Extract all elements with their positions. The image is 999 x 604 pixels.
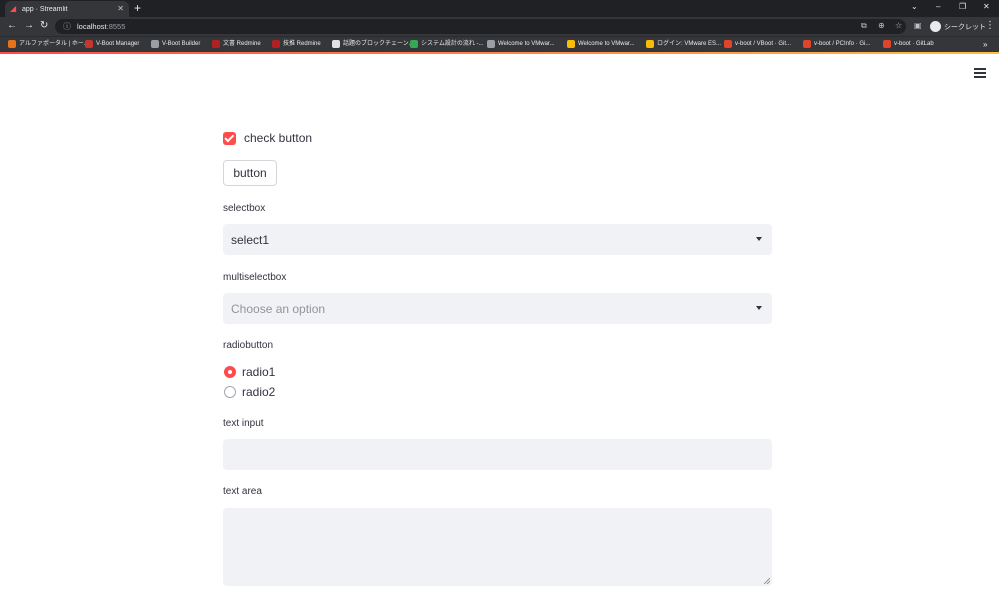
bookmark-item[interactable]: v-boot / VBoot · Git...: [724, 40, 791, 48]
resize-handle-icon[interactable]: [764, 578, 770, 584]
bookmark-label: 文書 Redmine: [223, 41, 261, 47]
radio-label: radiobutton: [223, 340, 274, 351]
bookmark-label: 技推 Redmine: [283, 41, 321, 47]
bookmark-favicon-icon: [85, 40, 93, 48]
reload-icon[interactable]: ↻: [40, 21, 48, 31]
selectbox[interactable]: select1: [223, 224, 772, 255]
radio-option-radio2[interactable]: radio2: [224, 385, 275, 399]
back-icon[interactable]: ←: [7, 21, 17, 31]
bookmark-item[interactable]: ログイン: VMware ES...: [646, 40, 721, 48]
forward-icon[interactable]: →: [24, 21, 34, 31]
address-host: localhost: [77, 22, 107, 31]
bookmark-star-icon[interactable]: ☆: [895, 21, 902, 30]
tab-title: app · Streamlit: [22, 5, 68, 13]
bookmark-label: アルファポータル | ホー...: [19, 41, 89, 47]
main-menu-icon[interactable]: [974, 68, 986, 78]
browser-tabstrip: ◢ app · Streamlit ✕ + ⌄ – ❐ ✕: [0, 0, 999, 17]
multiselectbox[interactable]: Choose an option: [223, 293, 772, 324]
restore-icon[interactable]: ❐: [959, 2, 966, 12]
checkbox-checked-icon[interactable]: [223, 131, 236, 145]
browser-tab[interactable]: ◢ app · Streamlit ✕: [5, 1, 129, 17]
bookmark-item[interactable]: v-boot / PCInfo · Gi...: [803, 40, 870, 48]
bookmark-label: V-Boot Builder: [162, 41, 201, 47]
bookmark-label: v-boot / VBoot · Git...: [735, 41, 792, 47]
radio-option-radio1[interactable]: radio1: [224, 365, 275, 379]
bookmark-item[interactable]: システム設計の流れ -...: [410, 40, 484, 48]
chevron-down-icon: [756, 237, 762, 241]
bookmark-favicon-icon: [410, 40, 418, 48]
bookmark-favicon-icon: [567, 40, 575, 48]
chevron-down-icon: [756, 306, 762, 310]
zoom-icon[interactable]: ⊕: [878, 21, 885, 30]
browser-menu-icon[interactable]: ⋮: [985, 21, 995, 31]
text-input-label: text input: [223, 418, 264, 429]
close-tab-icon[interactable]: ✕: [117, 5, 124, 13]
bookmark-label: Welcome to VMwar...: [578, 41, 635, 47]
new-tab-icon[interactable]: +: [134, 2, 141, 14]
multiselect-placeholder: Choose an option: [231, 301, 326, 316]
streamlit-decoration-bar: [0, 52, 999, 54]
translate-icon[interactable]: ⧉: [861, 21, 867, 30]
bookmark-item[interactable]: 文書 Redmine: [212, 40, 261, 48]
bookmark-item[interactable]: Welcome to VMwar...: [487, 40, 555, 48]
bookmark-label: v-boot / PCInfo · Gi...: [814, 41, 871, 47]
button[interactable]: button: [223, 160, 277, 186]
bookmark-favicon-icon: [646, 40, 654, 48]
bookmark-favicon-icon: [8, 40, 16, 48]
bookmark-item[interactable]: V-Boot Builder: [151, 40, 200, 48]
bookmark-favicon-icon: [803, 40, 811, 48]
side-panel-icon[interactable]: ▣: [914, 21, 922, 30]
bookmark-favicon-icon: [724, 40, 732, 48]
incognito-icon: [930, 21, 941, 32]
incognito-profile[interactable]: シークレット: [930, 20, 986, 33]
bookmark-label: ログイン: VMware ES...: [657, 41, 722, 47]
bookmark-item[interactable]: v-boot · GitLab: [883, 40, 934, 48]
text-area-label: text area: [223, 486, 262, 497]
streamlit-favicon-icon: ◢: [10, 4, 17, 13]
bookmarks-bar: アルファポータル | ホー... V-Boot Manager V-Boot Bui…: [0, 36, 999, 52]
bookmark-favicon-icon: [151, 40, 159, 48]
tab-search-icon[interactable]: ⌄: [911, 2, 918, 12]
bookmark-label: Welcome to VMwar...: [498, 41, 555, 47]
bookmark-item[interactable]: 技推 Redmine: [272, 40, 321, 48]
check-button-checkbox[interactable]: check button: [223, 130, 312, 146]
profile-label: シークレット: [944, 23, 986, 31]
bookmark-favicon-icon: [487, 40, 495, 48]
bookmark-label: V-Boot Manager: [96, 41, 140, 47]
radio-unselected-icon[interactable]: [224, 386, 236, 398]
multiselect-label: multiselectbox: [223, 272, 287, 283]
bookmark-favicon-icon: [212, 40, 220, 48]
address-port: :8555: [106, 22, 126, 31]
selectbox-value: select1: [231, 232, 270, 247]
bookmark-favicon-icon: [332, 40, 340, 48]
bookmark-item[interactable]: V-Boot Manager: [85, 40, 139, 48]
bookmark-item[interactable]: 話題のブロックチェーン...: [332, 40, 414, 48]
browser-toolbar: ← → ↻ ⓘ localhost :8555 ⧉ ⊕ ☆ ▣ シークレット ⋮: [0, 17, 999, 36]
bookmark-favicon-icon: [883, 40, 891, 48]
bookmark-label: システム設計の流れ -...: [421, 41, 484, 47]
radio-option-label: radio2: [242, 385, 276, 399]
close-window-icon[interactable]: ✕: [983, 2, 990, 12]
bookmark-label: v-boot · GitLab: [894, 41, 934, 47]
text-area[interactable]: [223, 508, 772, 586]
radio-option-label: radio1: [242, 365, 276, 379]
bookmark-label: 話題のブロックチェーン...: [343, 41, 414, 47]
checkbox-label: check button: [244, 131, 313, 145]
bookmark-item[interactable]: Welcome to VMwar...: [567, 40, 635, 48]
bookmarks-overflow-icon[interactable]: »: [983, 40, 987, 49]
radio-selected-icon[interactable]: [224, 366, 236, 378]
address-bar[interactable]: ⓘ localhost :8555: [55, 19, 906, 34]
site-info-icon[interactable]: ⓘ: [63, 21, 71, 32]
bookmark-favicon-icon: [272, 40, 280, 48]
text-input[interactable]: [223, 439, 772, 470]
minimize-icon[interactable]: –: [936, 2, 940, 12]
selectbox-label: selectbox: [223, 203, 266, 214]
bookmark-item[interactable]: アルファポータル | ホー...: [8, 40, 89, 48]
